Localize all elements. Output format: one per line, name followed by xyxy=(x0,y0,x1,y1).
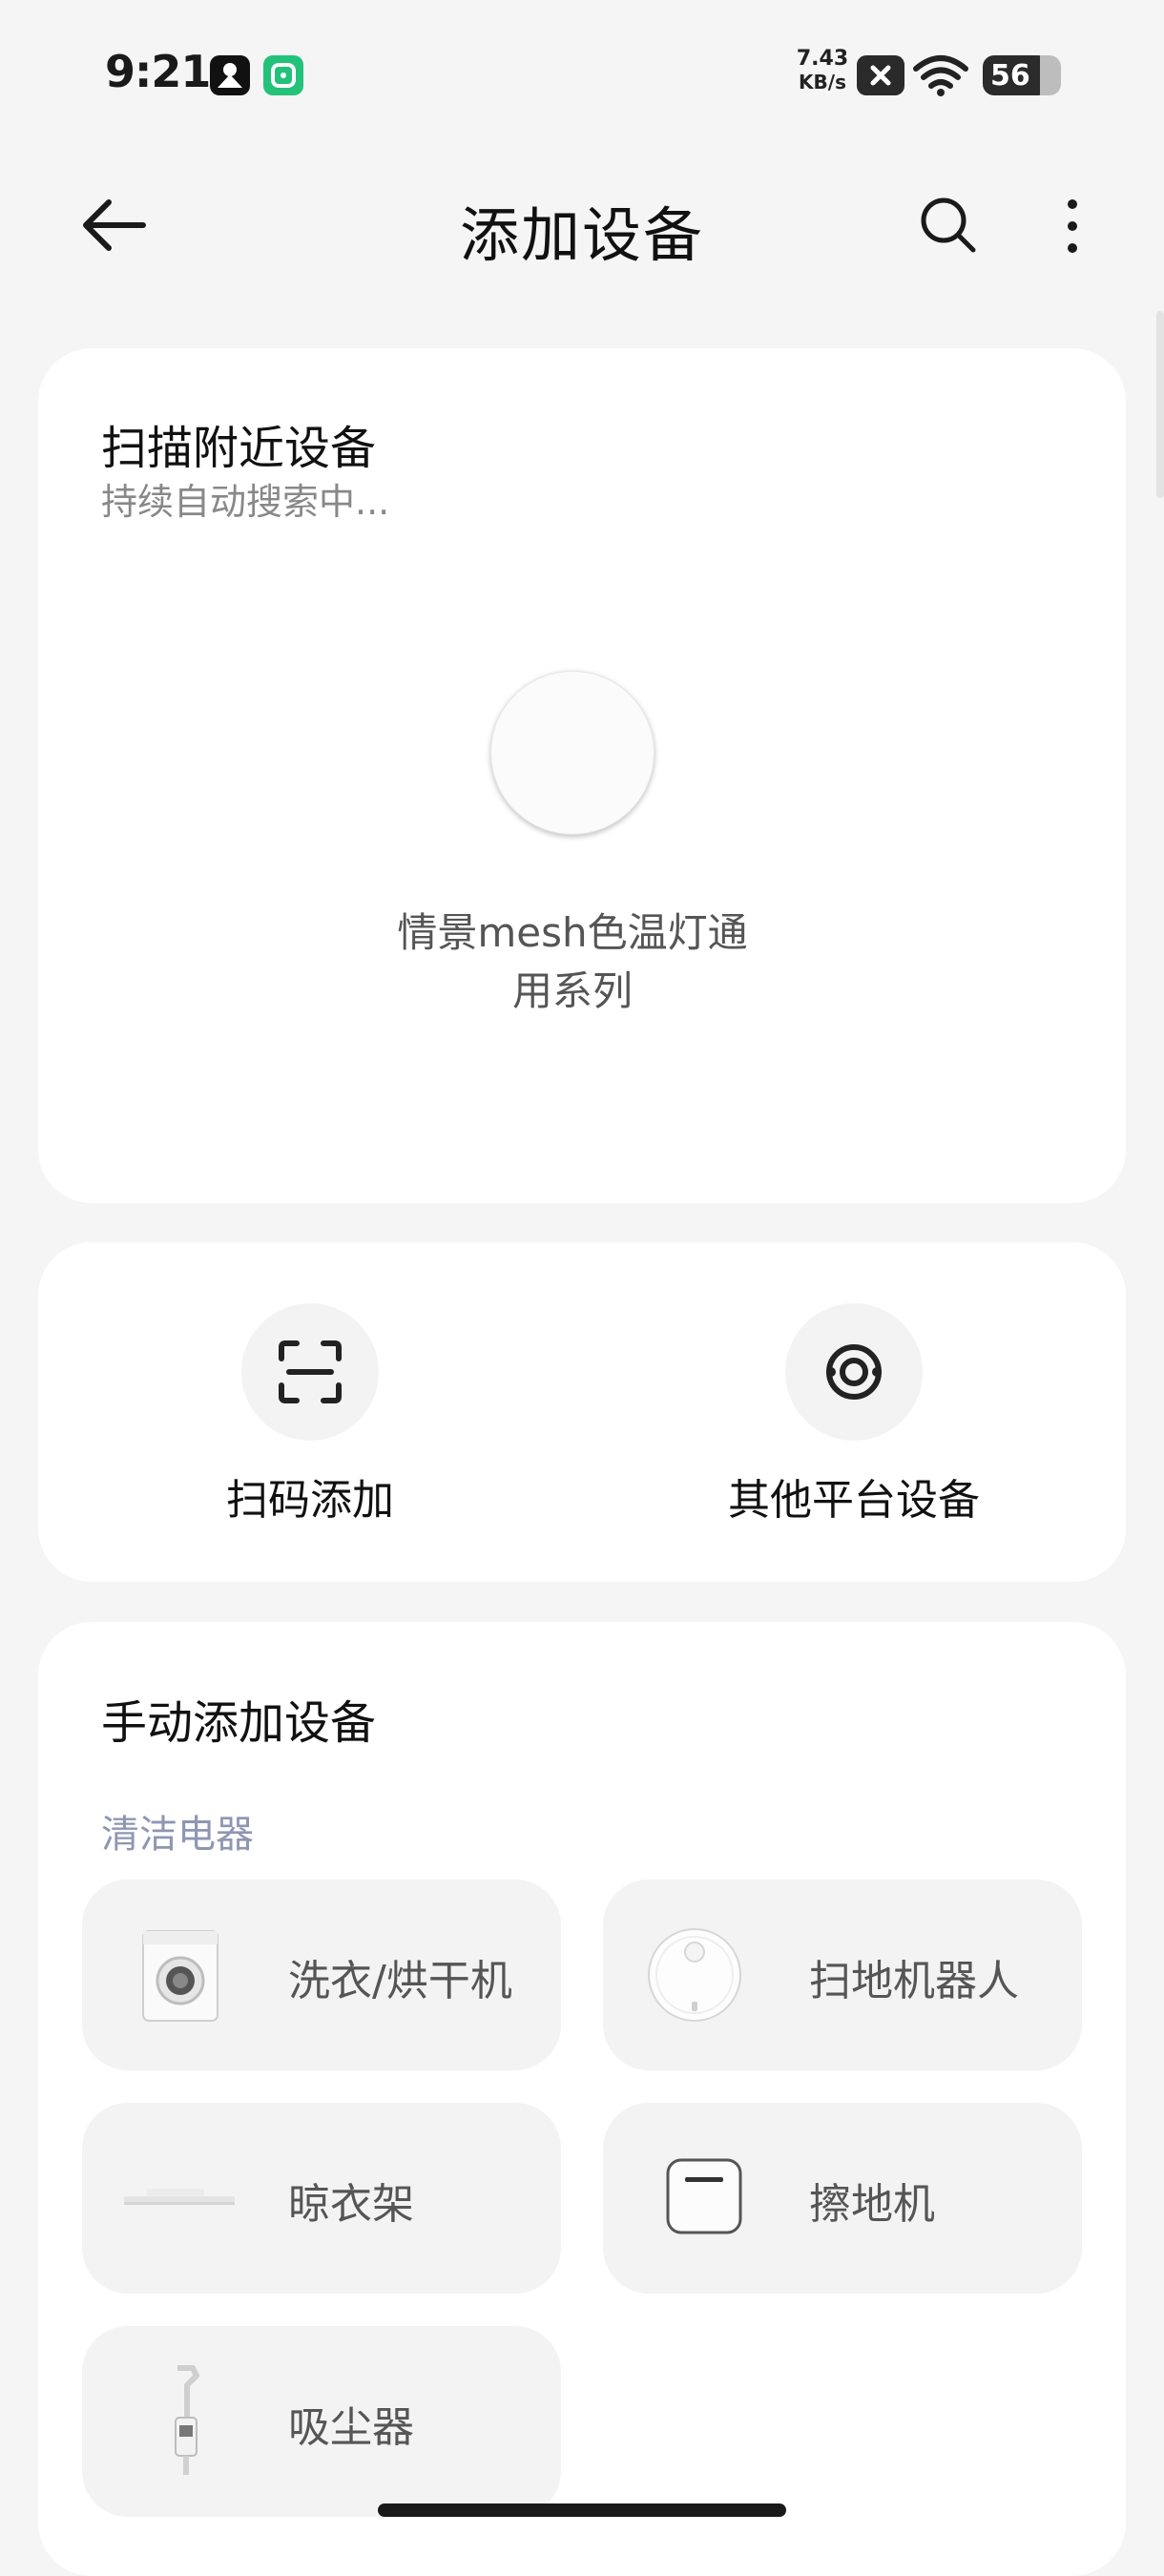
device-tile-vacuum-cleaner[interactable]: 吸尘器 xyxy=(82,2326,561,2517)
mi-home-icon xyxy=(263,55,303,95)
more-vertical-icon[interactable] xyxy=(1053,197,1091,256)
device-tile-washer-dryer[interactable]: 洗衣/烘干机 xyxy=(82,1880,561,2070)
clothes-rack-icon xyxy=(120,2141,239,2255)
device-tile-robot-vacuum[interactable]: 扫地机器人 xyxy=(603,1880,1082,2070)
category-label: 清洁电器 xyxy=(101,1813,254,1857)
app-notification-icon xyxy=(210,55,250,95)
scan-nearby-card: 扫描附近设备 持续自动搜索中... 情景mesh色温灯通用系列 xyxy=(38,348,1126,1203)
washer-dryer-icon xyxy=(120,1918,239,2032)
device-tile-label: 吸尘器 xyxy=(288,2403,414,2452)
search-icon[interactable] xyxy=(918,195,979,256)
scan-subtitle: 持续自动搜索中... xyxy=(101,481,390,523)
floor-mopper-icon xyxy=(641,2141,759,2255)
discovered-device-name[interactable]: 情景mesh色温灯通用系列 xyxy=(382,904,763,1020)
device-tile-label: 晾衣架 xyxy=(288,2180,414,2229)
network-speed: 7.43 KB/s xyxy=(796,47,849,94)
close-box-icon xyxy=(857,55,904,95)
status-bar: 9:21 7.43 KB/s 56 xyxy=(0,0,1164,143)
scan-title: 扫描附近设备 xyxy=(101,422,377,475)
discovered-device-image[interactable] xyxy=(490,671,655,835)
device-tile-clothes-rack[interactable]: 晾衣架 xyxy=(82,2103,561,2294)
device-tile-label: 擦地机 xyxy=(809,2180,935,2229)
robot-vacuum-icon xyxy=(641,1918,759,2032)
other-platform-button[interactable]: 其他平台设备 xyxy=(582,1242,1126,1582)
other-platform-circle xyxy=(785,1303,923,1441)
device-tile-label: 扫地机器人 xyxy=(809,1957,1019,2005)
manual-title: 手动添加设备 xyxy=(101,1696,377,1750)
other-platform-label: 其他平台设备 xyxy=(728,1476,980,1525)
scan-qr-circle xyxy=(241,1303,379,1441)
device-tile-floor-mopper[interactable]: 擦地机 xyxy=(603,2103,1082,2294)
device-tile-label: 洗衣/烘干机 xyxy=(288,1957,512,2005)
manual-add-card: 手动添加设备 清洁电器 洗衣/烘干机 扫地机器人 晾衣架 擦地机 吸尘器 xyxy=(38,1622,1126,2576)
vacuum-cleaner-icon xyxy=(120,2364,239,2479)
scroll-indicator[interactable] xyxy=(1156,311,1164,498)
status-time: 9:21 xyxy=(105,46,211,97)
home-indicator[interactable] xyxy=(378,2503,786,2517)
page-title: 添加设备 xyxy=(459,200,704,270)
other-platform-icon xyxy=(826,1344,882,1400)
battery-icon: 56 xyxy=(983,55,1061,95)
battery-level: 56 xyxy=(990,59,1030,93)
scan-qr-icon xyxy=(279,1340,342,1403)
scan-qr-button[interactable]: 扫码添加 xyxy=(38,1242,582,1582)
scan-qr-label: 扫码添加 xyxy=(226,1476,394,1525)
wifi-icon xyxy=(912,52,969,97)
quick-actions-card: 扫码添加 其他平台设备 xyxy=(38,1242,1126,1582)
